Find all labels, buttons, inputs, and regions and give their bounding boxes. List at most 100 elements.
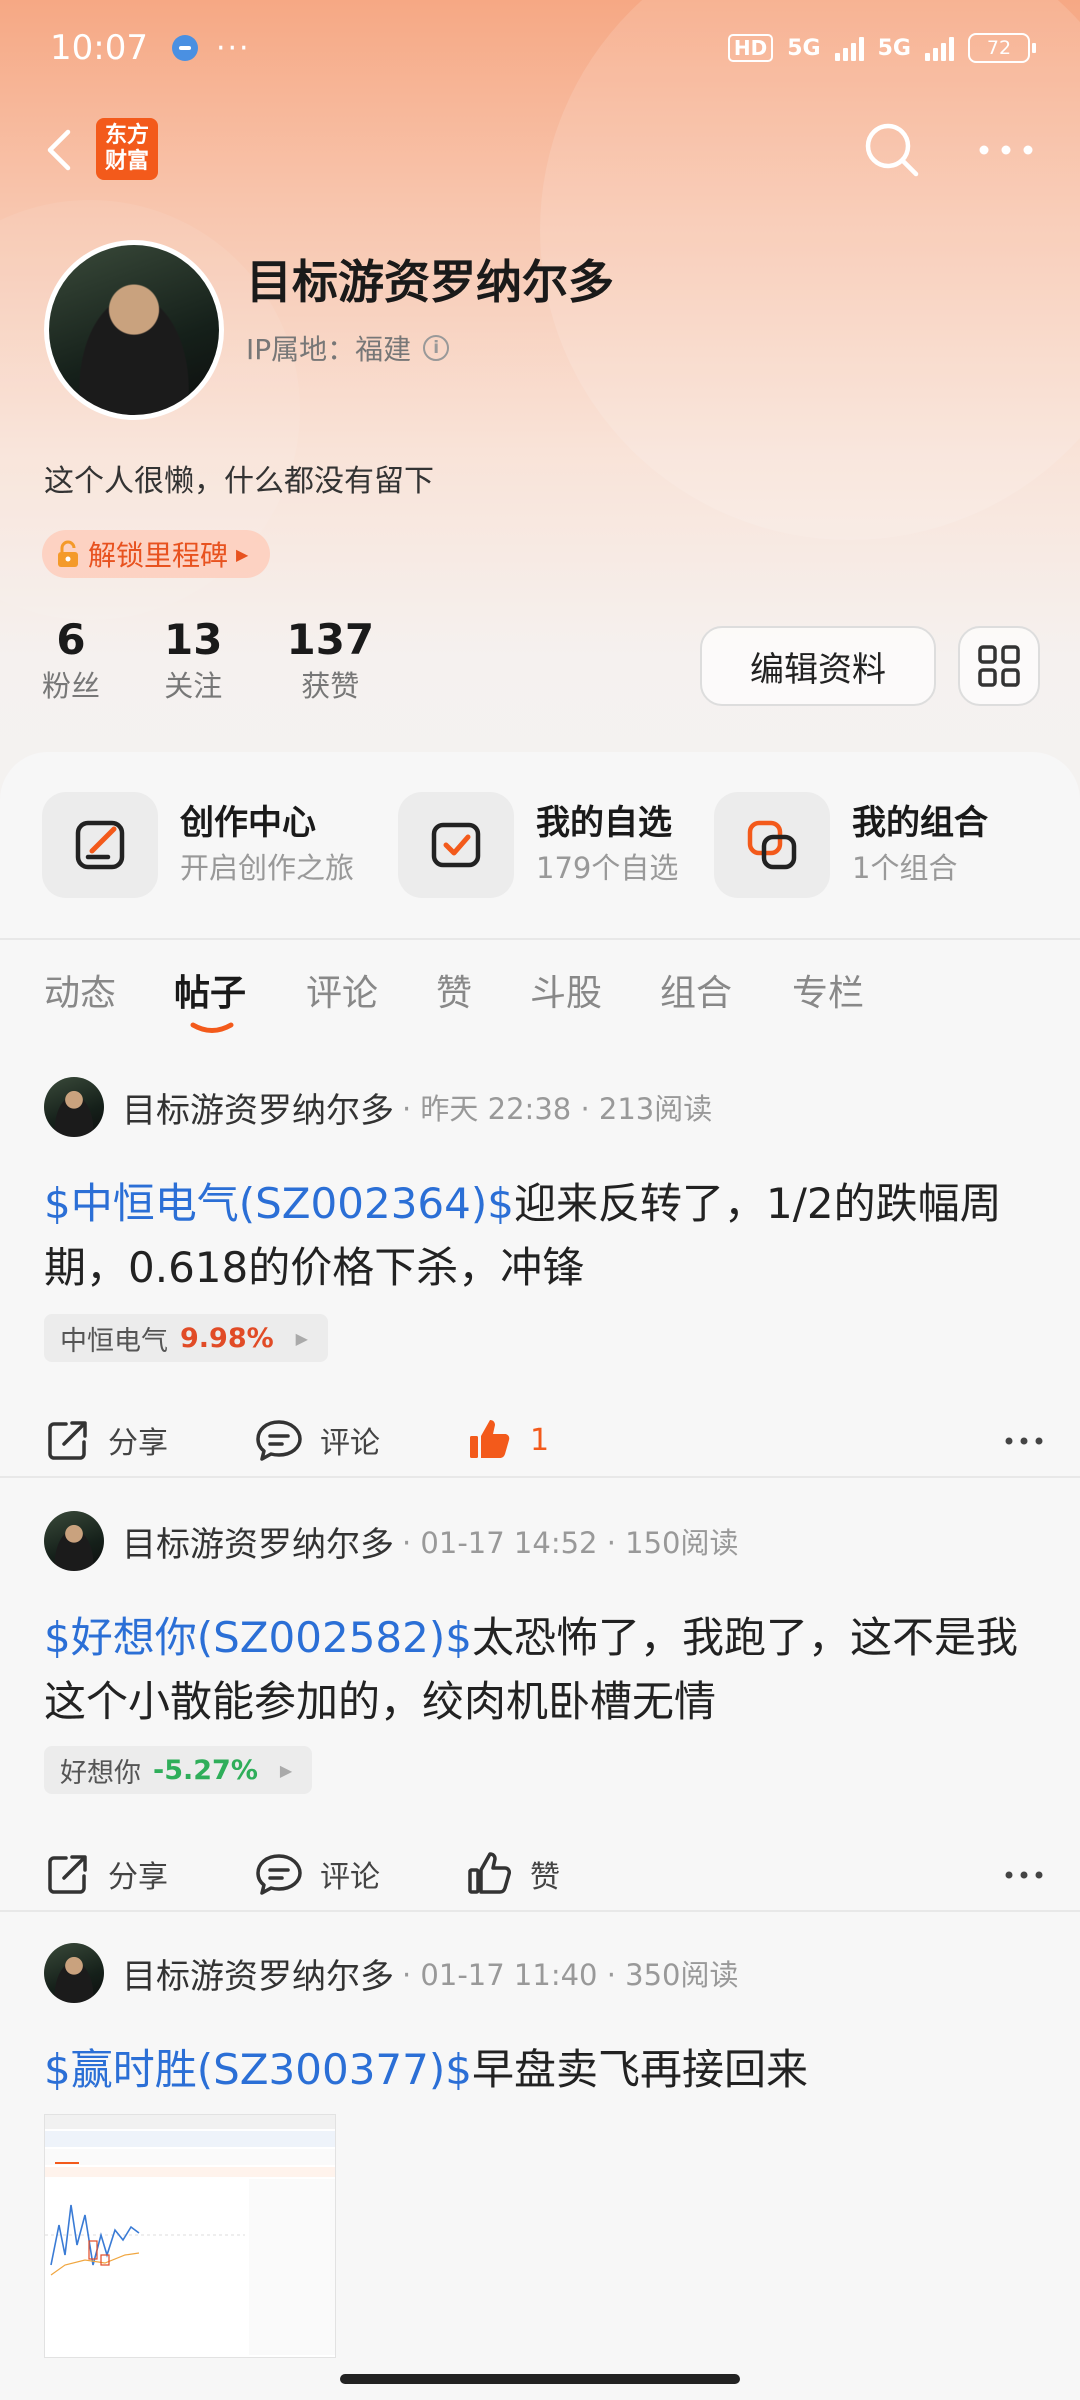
tab-column[interactable]: 专栏 [792,964,864,1016]
active-tab-indicator [190,1022,234,1033]
stock-link[interactable]: $好想你(SZ002582)$ [44,1613,472,1662]
shortcut-watchlist[interactable]: 我的自选 179个自选 [398,792,678,898]
shortcut-title: 我的自选 [536,803,672,843]
stat-following[interactable]: 13 关注 [164,614,222,706]
share-button[interactable]: 分享 [44,1850,168,1898]
edit-profile-button[interactable]: 编辑资料 [700,626,936,706]
home-indicator[interactable] [340,2374,740,2384]
tab-likes[interactable]: 赞 [436,964,472,1016]
search-icon[interactable] [860,118,924,182]
post-item[interactable]: 目标游资罗纳尔多 · 昨天 22:38 · 213阅读 $中恒电气(SZ0023… [0,1076,1080,1496]
portfolio-icon [714,792,830,898]
like-button[interactable]: 赞 [466,1850,560,1898]
comment-icon [256,1420,302,1461]
stat-label: 关注 [164,669,223,703]
shortcut-portfolio[interactable]: 我的组合 1个组合 [714,792,988,898]
chevron-right-icon: ▶ [279,1760,293,1780]
divider [0,1476,1080,1478]
stat-label: 粉丝 [42,669,101,703]
app-logo[interactable]: 东方 财富 [96,118,158,180]
author-avatar[interactable] [44,1511,104,1571]
notification-icon [171,35,198,61]
nav-bar: 东方 财富 [0,110,1080,190]
avatar-image [49,245,219,415]
stock-chip[interactable]: 好想你 -5.27% ▶ [44,1746,313,1794]
author-avatar[interactable] [44,1943,104,2003]
comment-button[interactable]: 评论 [254,1850,380,1898]
post-meta: · 01-17 14:52 · 150阅读 [402,1526,739,1560]
more-options-icon[interactable] [976,142,1036,158]
post-meta: · 01-17 11:40 · 350阅读 [402,1958,739,1992]
post-body[interactable]: $中恒电气(SZ002364)$迎来反转了，1/2的跌幅周期，0.618的价格下… [44,1172,1044,1300]
post-item[interactable]: 目标游资罗纳尔多 · 01-17 14:52 · 150阅读 $好想你(SZ00… [0,1510,1080,1930]
stat-label: 获赞 [301,669,360,703]
post-body[interactable]: $赢时胜(SZ300377)$早盘卖飞再接回来 [44,2038,1044,2102]
share-icon [48,1421,87,1460]
share-icon [48,1855,87,1894]
shortcut-row: 创作中心 开启创作之旅 我的自选 179个自选 我的组合 1个组合 [0,792,1080,912]
stock-chip[interactable]: 中恒电气 9.98% ▶ [44,1314,328,1362]
like-count: 1 [530,1422,550,1458]
share-button[interactable]: 分享 [44,1416,168,1464]
stat-number: 137 [286,615,375,664]
post-header: 目标游资罗纳尔多 · 01-17 14:52 · 150阅读 [44,1510,739,1572]
post-author[interactable]: 目标游资罗纳尔多 [122,1949,394,1998]
stock-chart-screenshot [45,2115,335,2355]
stat-number: 6 [56,615,86,664]
stock-link[interactable]: $中恒电气(SZ002364)$ [44,1179,514,1228]
chip-stock-name: 好想你 [60,1757,141,1789]
stat-followers[interactable]: 6 粉丝 [42,614,100,706]
logo-text-1: 东方 [104,123,149,148]
lock-icon [58,540,78,567]
share-label: 分享 [108,1426,168,1461]
post-text: 早盘卖飞再接回来 [471,2045,808,2094]
thumbs-up-icon [468,1852,511,1894]
post-author[interactable]: 目标游资罗纳尔多 [122,1517,394,1566]
post-actions: 分享 评论 赞 [44,1850,1044,1910]
tab-portfolio[interactable]: 组合 [660,964,732,1016]
back-arrow-icon[interactable] [40,126,80,174]
info-icon[interactable]: i [423,335,450,361]
profile-avatar[interactable] [44,240,224,420]
post-item[interactable]: 目标游资罗纳尔多 · 01-17 11:40 · 350阅读 $赢时胜(SZ30… [0,1942,1080,2400]
post-body[interactable]: $好想你(SZ002582)$太恐怖了，我跑了，这不是我这个小散能参加的，绞肉机… [44,1606,1044,1734]
profile-bio: 这个人很懒，什么都没有留下 [44,464,434,499]
stock-link[interactable]: $赢时胜(SZ300377)$ [44,2045,472,2094]
chevron-right-icon: ▶ [236,544,249,564]
logo-text-2: 财富 [104,149,149,174]
comment-icon [256,1854,302,1895]
stat-likes[interactable]: 137 获赞 [286,614,374,706]
post-more-icon[interactable] [1004,1870,1044,1880]
tab-comments[interactable]: 评论 [306,964,378,1016]
chip-change-percent: 9.98% [180,1322,274,1354]
tab-dougu[interactable]: 斗股 [530,964,602,1016]
shortcut-subtitle: 1个组合 [852,851,958,885]
comment-label: 评论 [320,1860,380,1895]
ip-location: IP属地：福建 i [246,328,450,368]
shortcut-creation-center[interactable]: 创作中心 开启创作之旅 [42,792,354,898]
share-label: 分享 [108,1860,168,1895]
like-button[interactable]: 1 [466,1416,549,1464]
author-avatar[interactable] [44,1077,104,1137]
post-image-thumbnail[interactable] [44,2114,336,2358]
qr-code-button[interactable] [958,626,1040,706]
tab-posts[interactable]: 帖子 [174,964,246,1016]
network-type: 5G [787,35,821,61]
comment-button[interactable]: 评论 [254,1416,380,1464]
like-label: 赞 [530,1860,560,1895]
post-header: 目标游资罗纳尔多 · 昨天 22:38 · 213阅读 [44,1076,712,1138]
post-more-icon[interactable] [1004,1436,1044,1446]
qr-code-icon [978,645,1020,687]
tab-activity[interactable]: 动态 [44,964,116,1016]
post-author[interactable]: 目标游资罗纳尔多 [122,1083,394,1132]
comment-label: 评论 [320,1426,380,1461]
milestone-button[interactable]: 解锁里程碑 ▶ [42,530,271,578]
status-bar: 10:07 ··· HD 5G 5G 72 [0,0,1080,96]
signal-icon [834,35,864,61]
divider [0,938,1080,940]
hd-badge: HD [727,34,774,62]
status-indicators: HD 5G 5G 72 [727,33,1036,63]
status-time: 10:07 [50,28,148,68]
thumbs-up-filled-icon [470,1420,510,1458]
ip-location-text: IP属地：福建 [246,333,412,366]
